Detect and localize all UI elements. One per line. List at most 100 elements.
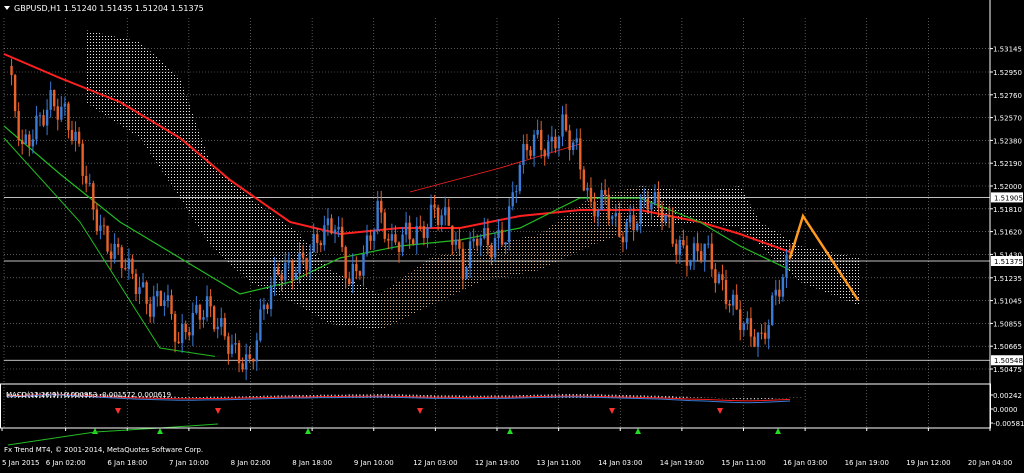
candle-body[interactable] bbox=[237, 343, 241, 364]
candle-body[interactable] bbox=[284, 262, 287, 281]
candle-body[interactable] bbox=[771, 295, 774, 326]
candle-body[interactable] bbox=[571, 142, 575, 150]
candle-body[interactable] bbox=[465, 267, 468, 279]
candle-body[interactable] bbox=[77, 131, 81, 144]
candle-body[interactable] bbox=[188, 332, 191, 336]
candle-body[interactable] bbox=[785, 255, 788, 278]
candle-body[interactable] bbox=[173, 314, 177, 342]
candle-body[interactable] bbox=[60, 106, 63, 120]
candle-body[interactable] bbox=[611, 216, 614, 219]
candle-body[interactable] bbox=[408, 222, 411, 240]
candle-body[interactable] bbox=[472, 238, 475, 242]
candle-body[interactable] bbox=[209, 296, 212, 307]
candle-body[interactable] bbox=[525, 144, 529, 151]
candle-body[interactable] bbox=[589, 187, 593, 202]
candle-body[interactable] bbox=[714, 269, 717, 284]
candle-body[interactable] bbox=[163, 300, 166, 306]
candle-body[interactable] bbox=[767, 325, 770, 339]
candle-body[interactable] bbox=[220, 318, 223, 327]
candle-body[interactable] bbox=[355, 264, 358, 272]
candle-body[interactable] bbox=[21, 140, 24, 145]
candle-body[interactable] bbox=[70, 130, 74, 141]
candle-body[interactable] bbox=[657, 192, 660, 208]
candle-body[interactable] bbox=[703, 243, 706, 261]
candle-body[interactable] bbox=[646, 198, 650, 210]
candle-body[interactable] bbox=[451, 225, 454, 245]
candle-body[interactable] bbox=[262, 304, 266, 310]
candle-body[interactable] bbox=[159, 290, 163, 306]
candle-body[interactable] bbox=[483, 228, 486, 239]
candle-body[interactable] bbox=[600, 190, 603, 211]
candle-body[interactable] bbox=[166, 295, 170, 301]
candle-body[interactable] bbox=[603, 190, 607, 195]
candle-body[interactable] bbox=[134, 273, 138, 294]
candle-body[interactable] bbox=[529, 150, 532, 156]
candle-body[interactable] bbox=[436, 207, 440, 225]
candle-body[interactable] bbox=[319, 242, 322, 246]
candle-body[interactable] bbox=[671, 217, 674, 244]
candle-body[interactable] bbox=[170, 295, 173, 315]
candle-body[interactable] bbox=[476, 238, 479, 246]
candle-body[interactable] bbox=[81, 143, 84, 176]
candle-body[interactable] bbox=[180, 324, 184, 343]
candle-body[interactable] bbox=[287, 261, 291, 263]
candle-body[interactable] bbox=[660, 207, 664, 222]
candle-body[interactable] bbox=[628, 215, 632, 223]
candle-body[interactable] bbox=[554, 136, 557, 149]
candle-body[interactable] bbox=[340, 226, 344, 248]
candle-body[interactable] bbox=[230, 344, 234, 354]
candle-body[interactable] bbox=[507, 206, 511, 243]
candle-body[interactable] bbox=[337, 226, 340, 230]
candle-body[interactable] bbox=[707, 243, 710, 245]
candle-body[interactable] bbox=[739, 309, 742, 330]
candle-body[interactable] bbox=[85, 175, 88, 184]
candle-body[interactable] bbox=[35, 115, 38, 140]
candle-body[interactable] bbox=[74, 131, 77, 141]
candle-body[interactable] bbox=[227, 336, 230, 354]
candle-body[interactable] bbox=[756, 332, 760, 347]
candle-body[interactable] bbox=[621, 236, 625, 243]
candle-body[interactable] bbox=[92, 183, 95, 210]
candle-body[interactable] bbox=[568, 130, 571, 150]
candle-body[interactable] bbox=[721, 274, 724, 280]
candle-body[interactable] bbox=[330, 218, 333, 234]
candle-body[interactable] bbox=[717, 274, 721, 284]
candle-body[interactable] bbox=[241, 363, 244, 370]
candle-body[interactable] bbox=[490, 244, 493, 258]
candle-body[interactable] bbox=[689, 261, 692, 266]
candle-body[interactable] bbox=[735, 294, 738, 310]
candle-body[interactable] bbox=[458, 239, 461, 249]
candle-body[interactable] bbox=[202, 317, 205, 320]
candle-body[interactable] bbox=[10, 66, 13, 76]
candle-body[interactable] bbox=[667, 214, 671, 218]
candle-body[interactable] bbox=[124, 268, 127, 270]
candle-body[interactable] bbox=[579, 138, 582, 170]
candle-body[interactable] bbox=[301, 252, 305, 258]
candle-body[interactable] bbox=[376, 200, 379, 231]
candle-body[interactable] bbox=[369, 235, 372, 241]
candle-body[interactable] bbox=[728, 303, 731, 306]
candle-body[interactable] bbox=[358, 271, 362, 276]
candle-body[interactable] bbox=[31, 139, 35, 147]
candle-body[interactable] bbox=[412, 239, 415, 244]
candle-body[interactable] bbox=[522, 144, 525, 165]
candle-body[interactable] bbox=[156, 290, 159, 297]
candle-body[interactable] bbox=[781, 277, 785, 297]
candle-body[interactable] bbox=[699, 251, 703, 261]
candle-body[interactable] bbox=[372, 230, 376, 241]
candle-body[interactable] bbox=[582, 169, 586, 191]
candle-body[interactable] bbox=[532, 134, 536, 156]
candle-body[interactable] bbox=[113, 243, 116, 259]
candle-body[interactable] bbox=[269, 286, 273, 309]
candle-body[interactable] bbox=[348, 278, 351, 284]
candle-body[interactable] bbox=[99, 225, 102, 231]
candle-body[interactable] bbox=[244, 354, 248, 370]
candle-body[interactable] bbox=[468, 241, 472, 268]
candle-body[interactable] bbox=[63, 103, 67, 107]
candle-body[interactable] bbox=[664, 214, 667, 222]
candle-body[interactable] bbox=[276, 267, 280, 275]
candle-body[interactable] bbox=[515, 191, 518, 193]
candle-body[interactable] bbox=[184, 324, 187, 333]
candle-body[interactable] bbox=[685, 245, 689, 266]
candle-body[interactable] bbox=[248, 354, 251, 359]
